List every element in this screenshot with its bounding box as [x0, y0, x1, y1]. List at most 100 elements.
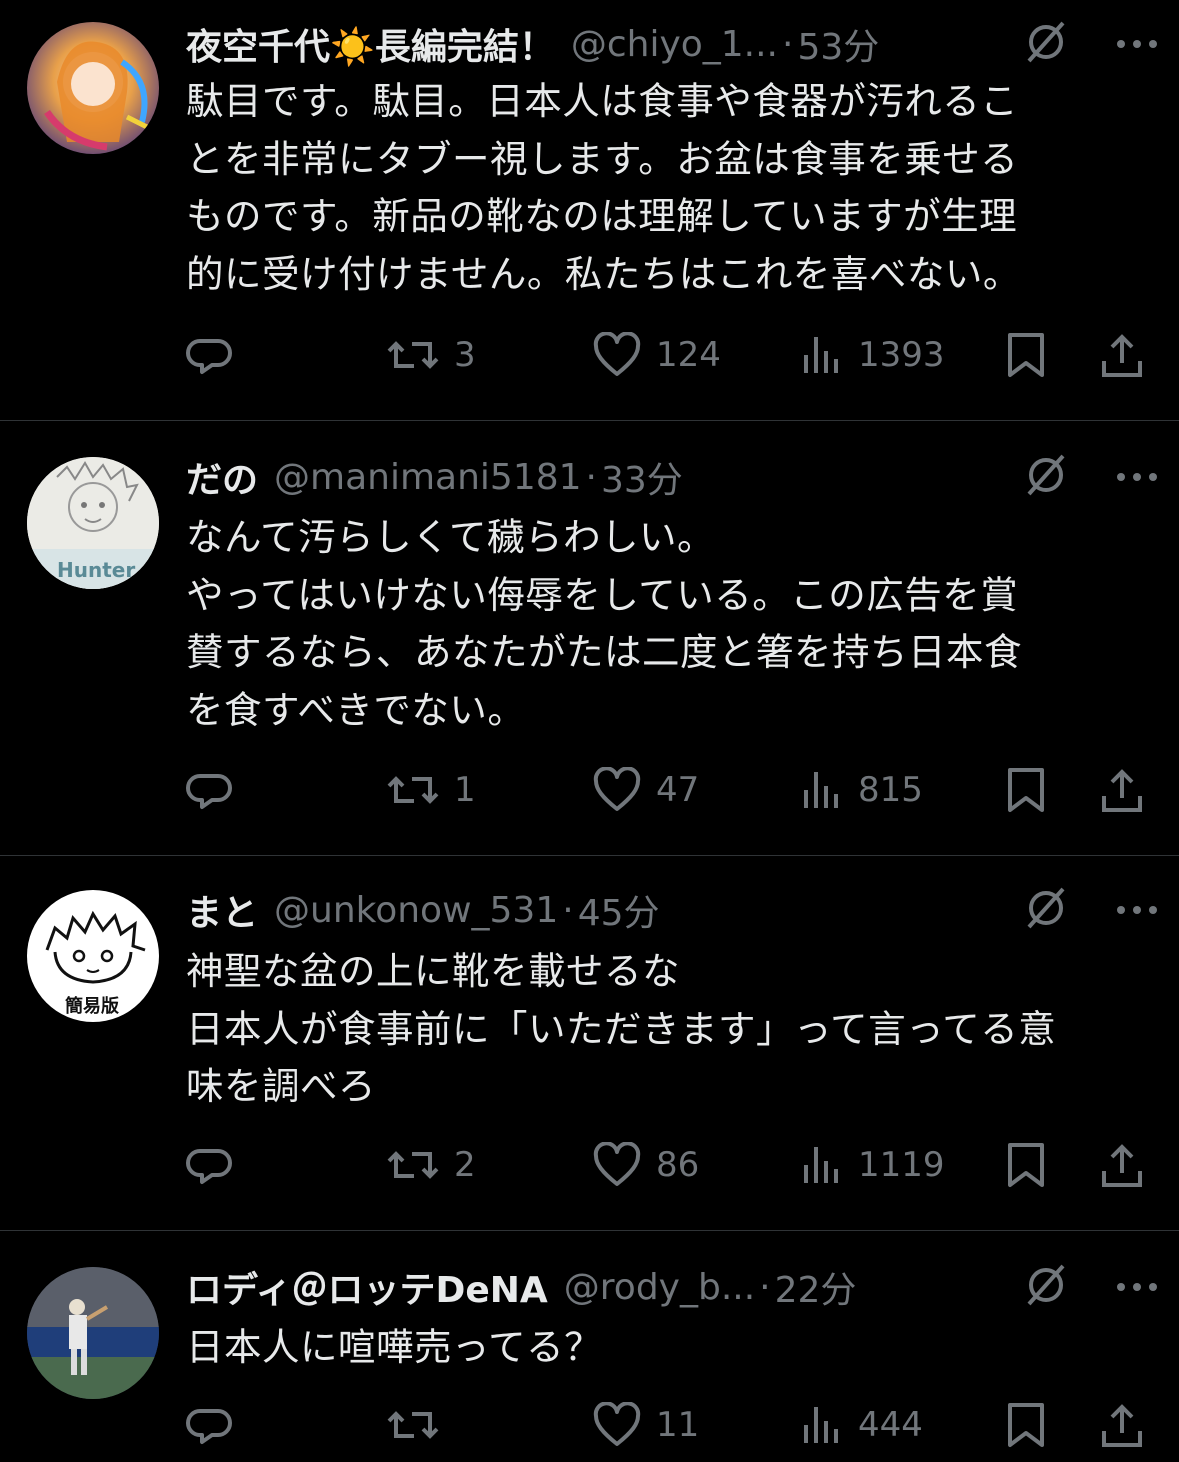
share-icon	[1100, 1401, 1144, 1449]
views-count: 1119	[858, 1145, 945, 1185]
author-handle[interactable]: @rody_b...	[564, 1267, 755, 1308]
retweet-button[interactable]: 2	[386, 1140, 476, 1190]
reply-icon	[186, 1401, 234, 1449]
bookmark-button[interactable]	[1004, 765, 1048, 815]
bookmark-button[interactable]	[1004, 330, 1048, 380]
reply-feed: 夜空千代☀️長編完結！ @chiyo_1... · 53分 駄目です。駄目。日本…	[0, 0, 1179, 1462]
action-bar: 11 444	[186, 1400, 1156, 1450]
divider	[0, 1230, 1179, 1231]
avatar[interactable]: Hunter	[27, 457, 159, 589]
post-header: 夜空千代☀️長編完結！ @chiyo_1... · 53分	[186, 19, 1159, 69]
heart-icon	[592, 332, 642, 378]
post-header: だの @manimani5181 · 33分	[186, 452, 1159, 502]
more-icon[interactable]	[1115, 468, 1159, 487]
reply-button[interactable]	[186, 765, 234, 815]
post-text: 駄目です。駄目。日本人は食事や食器が汚れるこ とを非常にタブー視します。お盆は食…	[186, 79, 1021, 296]
reply-button[interactable]	[186, 1140, 234, 1190]
share-button[interactable]	[1100, 1140, 1144, 1190]
retweet-count: 2	[454, 1145, 476, 1185]
like-button[interactable]: 11	[592, 1400, 699, 1450]
avatar-label: Hunter	[57, 558, 135, 582]
retweet-icon	[386, 1142, 440, 1188]
more-icon[interactable]	[1115, 1278, 1159, 1297]
separator: ·	[585, 456, 597, 498]
grok-icon[interactable]	[1023, 452, 1069, 502]
like-button[interactable]: 47	[592, 765, 699, 815]
like-button[interactable]: 86	[592, 1140, 699, 1190]
views-button[interactable]: 1393	[800, 330, 945, 380]
author-handle[interactable]: @unkonow_531	[274, 890, 558, 931]
share-icon	[1100, 1141, 1144, 1189]
views-button[interactable]: 815	[800, 765, 923, 815]
post-header: ロディ＠ロッテDeNA @rody_b... · 22分	[186, 1262, 1159, 1312]
like-count: 11	[656, 1405, 700, 1445]
post-text: 神聖な盆の上に靴を載せるな 日本人が食事前に「いただきます」って言ってる意 味を…	[186, 949, 1057, 1108]
share-icon	[1100, 766, 1144, 814]
like-count: 124	[656, 335, 721, 375]
divider	[0, 855, 1179, 856]
share-icon	[1100, 331, 1144, 379]
views-icon	[800, 1143, 844, 1187]
views-count: 1393	[858, 335, 945, 375]
reply-icon	[186, 331, 234, 379]
more-icon[interactable]	[1115, 901, 1159, 920]
author-name[interactable]: 夜空千代☀️長編完結！	[186, 18, 555, 70]
action-bar: 2 86 1119	[186, 1140, 1156, 1190]
more-icon[interactable]	[1115, 35, 1159, 54]
bookmark-icon	[1004, 1401, 1048, 1449]
views-icon	[800, 333, 844, 377]
grok-icon[interactable]	[1023, 885, 1069, 935]
avatar[interactable]: 簡易版	[27, 890, 159, 1022]
views-icon	[800, 768, 844, 812]
bookmark-icon	[1004, 1141, 1048, 1189]
bookmark-icon	[1004, 766, 1048, 814]
post-header: まと @unkonow_531 · 45分	[186, 885, 1159, 935]
retweet-icon	[386, 1402, 440, 1448]
reply-icon	[186, 1141, 234, 1189]
like-count: 47	[656, 770, 700, 810]
avatar[interactable]	[27, 1267, 159, 1399]
author-name[interactable]: だの	[186, 451, 258, 503]
retweet-icon	[386, 767, 440, 813]
retweet-button[interactable]: 3	[386, 330, 476, 380]
author-name[interactable]: まと	[186, 884, 258, 936]
timestamp[interactable]: 53分	[797, 18, 879, 70]
heart-icon	[592, 767, 642, 813]
grok-icon[interactable]	[1023, 19, 1069, 69]
timestamp[interactable]: 45分	[578, 884, 660, 936]
bookmark-button[interactable]	[1004, 1140, 1048, 1190]
heart-icon	[592, 1402, 642, 1448]
views-button[interactable]: 444	[800, 1400, 923, 1450]
grok-icon[interactable]	[1023, 1262, 1069, 1312]
like-button[interactable]: 124	[592, 330, 721, 380]
heart-icon	[592, 1142, 642, 1188]
share-button[interactable]	[1100, 1400, 1144, 1450]
retweet-button[interactable]: 1	[386, 765, 476, 815]
timestamp[interactable]: 33分	[601, 451, 683, 503]
separator: ·	[562, 889, 574, 931]
retweet-icon	[386, 332, 440, 378]
separator: ·	[782, 23, 794, 65]
retweet-count: 3	[454, 335, 476, 375]
avatar[interactable]	[27, 22, 159, 154]
views-icon	[800, 1403, 844, 1447]
author-handle[interactable]: @chiyo_1...	[571, 24, 778, 65]
reply-button[interactable]	[186, 1400, 234, 1450]
share-button[interactable]	[1100, 330, 1144, 380]
retweet-count: 1	[454, 770, 476, 810]
action-bar: 1 47 815	[186, 765, 1156, 815]
retweet-button[interactable]	[386, 1400, 454, 1450]
like-count: 86	[656, 1145, 700, 1185]
author-name[interactable]: ロディ＠ロッテDeNA	[186, 1261, 548, 1313]
post-text: なんて汚らしくて穢らわしい。 やってはいけない侮辱をしている。この広告を賞 賛す…	[186, 515, 1022, 732]
share-button[interactable]	[1100, 765, 1144, 815]
views-count: 815	[858, 770, 923, 810]
reply-button[interactable]	[186, 330, 234, 380]
post-text: 日本人に喧嘩売ってる？	[186, 1325, 603, 1369]
reply-icon	[186, 766, 234, 814]
author-handle[interactable]: @manimani5181	[274, 457, 582, 498]
divider	[0, 420, 1179, 421]
bookmark-button[interactable]	[1004, 1400, 1048, 1450]
timestamp[interactable]: 22分	[775, 1261, 857, 1313]
views-button[interactable]: 1119	[800, 1140, 945, 1190]
